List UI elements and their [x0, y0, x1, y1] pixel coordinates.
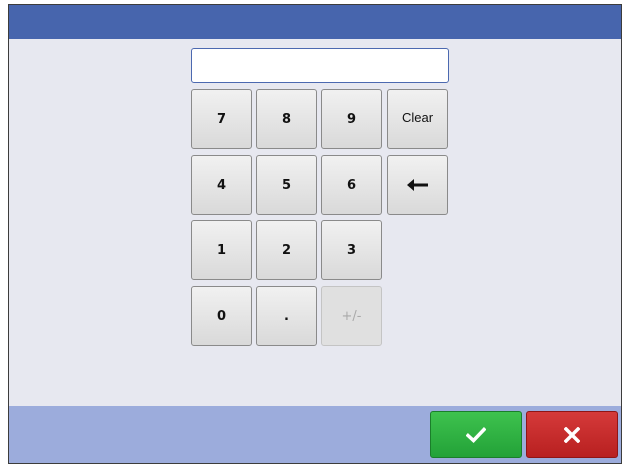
key-9-button[interactable]: 9: [321, 89, 382, 149]
key-6-button[interactable]: 6: [321, 155, 382, 215]
key-8-button[interactable]: 8: [256, 89, 317, 149]
key-5-button[interactable]: 5: [256, 155, 317, 215]
numeric-keypad-dialog: 7 8 9 Clear 4 5 6 1 2 3 0 . +/-: [8, 4, 622, 464]
checkmark-icon: [466, 426, 486, 443]
key-1-button[interactable]: 1: [191, 220, 252, 280]
x-icon: [564, 426, 580, 443]
key-2-button[interactable]: 2: [256, 220, 317, 280]
key-4-button[interactable]: 4: [191, 155, 252, 215]
clear-button[interactable]: Clear: [387, 89, 448, 149]
confirm-button[interactable]: [430, 411, 522, 458]
title-bar: [9, 5, 621, 39]
decimal-point-button[interactable]: .: [256, 286, 317, 346]
cancel-button[interactable]: [526, 411, 618, 458]
key-7-button[interactable]: 7: [191, 89, 252, 149]
backspace-button[interactable]: [387, 155, 448, 215]
key-0-button[interactable]: 0: [191, 286, 252, 346]
numeric-display-input[interactable]: [191, 48, 449, 83]
left-arrow-icon: [406, 179, 428, 191]
key-3-button[interactable]: 3: [321, 220, 382, 280]
plus-minus-button[interactable]: +/-: [321, 286, 382, 346]
